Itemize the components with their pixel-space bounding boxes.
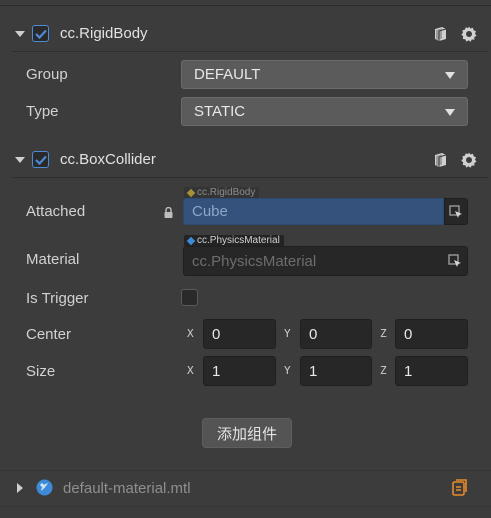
help-book-icon[interactable]	[431, 151, 449, 169]
checkmark-icon	[34, 155, 47, 165]
center-z-axis-label: Z	[380, 327, 387, 340]
physics-material-type-icon	[186, 236, 196, 245]
material-field[interactable]: cc.PhysicsMaterial	[183, 246, 468, 276]
center-y-input[interactable]: 0	[300, 319, 372, 349]
attached-label: Attached	[26, 203, 86, 220]
settings-gear-icon[interactable]	[460, 25, 478, 43]
size-z-axis-label: Z	[380, 364, 387, 377]
size-y-input[interactable]: 1	[300, 356, 372, 386]
boxcollider-title: cc.BoxCollider	[60, 151, 156, 168]
size-z-value: 1	[404, 362, 413, 380]
type-value: STATIC	[194, 103, 246, 120]
open-asset-icon[interactable]	[452, 479, 468, 500]
material-label: Material	[26, 251, 80, 268]
center-x-axis-label: X	[187, 327, 194, 340]
size-y-axis-label: Y	[284, 364, 291, 377]
group-value: DEFAULT	[194, 66, 261, 83]
material-tag-text: cc.PhysicsMaterial	[197, 234, 280, 246]
center-z-input[interactable]: 0	[395, 319, 468, 349]
rigidbody-type-icon	[186, 188, 196, 197]
rigidbody-title: cc.RigidBody	[60, 25, 148, 42]
is-trigger-label: Is Trigger	[26, 290, 89, 307]
help-book-icon[interactable]	[431, 25, 449, 43]
top-divider	[0, 0, 491, 6]
chevron-down-icon	[445, 109, 455, 116]
center-y-axis-label: Y	[284, 327, 291, 340]
size-z-input[interactable]: 1	[395, 356, 468, 386]
settings-gear-icon[interactable]	[460, 151, 478, 169]
material-asset-name[interactable]: default-material.mtl	[63, 480, 191, 497]
rigidbody-enabled-checkbox[interactable]	[32, 25, 49, 42]
size-x-input[interactable]: 1	[203, 356, 276, 386]
locate-asset-icon[interactable]	[448, 254, 462, 268]
bottom-divider	[0, 506, 491, 507]
boxcollider-enabled-checkbox[interactable]	[32, 151, 49, 168]
rigidbody-header-divider	[12, 51, 488, 52]
attached-value: Cube	[192, 203, 228, 220]
add-component-button[interactable]: 添加组件	[202, 418, 292, 448]
size-y-value: 1	[309, 362, 318, 380]
collapse-boxcollider-icon[interactable]	[15, 157, 25, 163]
center-x-value: 0	[212, 325, 221, 343]
attached-field[interactable]: Cube	[183, 198, 444, 225]
center-z-value: 0	[404, 325, 413, 343]
chevron-down-icon	[445, 72, 455, 79]
center-y-value: 0	[309, 325, 318, 343]
center-x-input[interactable]: 0	[203, 319, 276, 349]
size-label: Size	[26, 363, 56, 380]
size-x-axis-label: X	[187, 364, 194, 377]
type-label: Type	[26, 103, 59, 120]
material-value: cc.PhysicsMaterial	[192, 252, 317, 270]
size-x-value: 1	[212, 362, 221, 380]
asset-section-divider	[0, 470, 491, 471]
type-select[interactable]: STATIC	[181, 97, 468, 126]
material-asset-icon	[36, 479, 53, 500]
group-label: Group	[26, 66, 68, 83]
checkmark-icon	[34, 29, 47, 39]
boxcollider-header-divider	[12, 177, 488, 178]
attached-tag-text: cc.RigidBody	[197, 186, 256, 198]
attached-locate-button[interactable]	[444, 198, 468, 225]
group-select[interactable]: DEFAULT	[181, 60, 468, 89]
center-label: Center	[26, 326, 72, 343]
is-trigger-checkbox[interactable]	[181, 289, 198, 306]
collapse-rigidbody-icon[interactable]	[15, 31, 25, 37]
lock-icon	[164, 205, 173, 222]
material-type-tag: cc.PhysicsMaterial	[184, 235, 284, 246]
expand-material-icon[interactable]	[17, 483, 23, 493]
attached-type-tag: cc.RigidBody	[184, 186, 260, 198]
locate-asset-icon	[449, 204, 462, 218]
